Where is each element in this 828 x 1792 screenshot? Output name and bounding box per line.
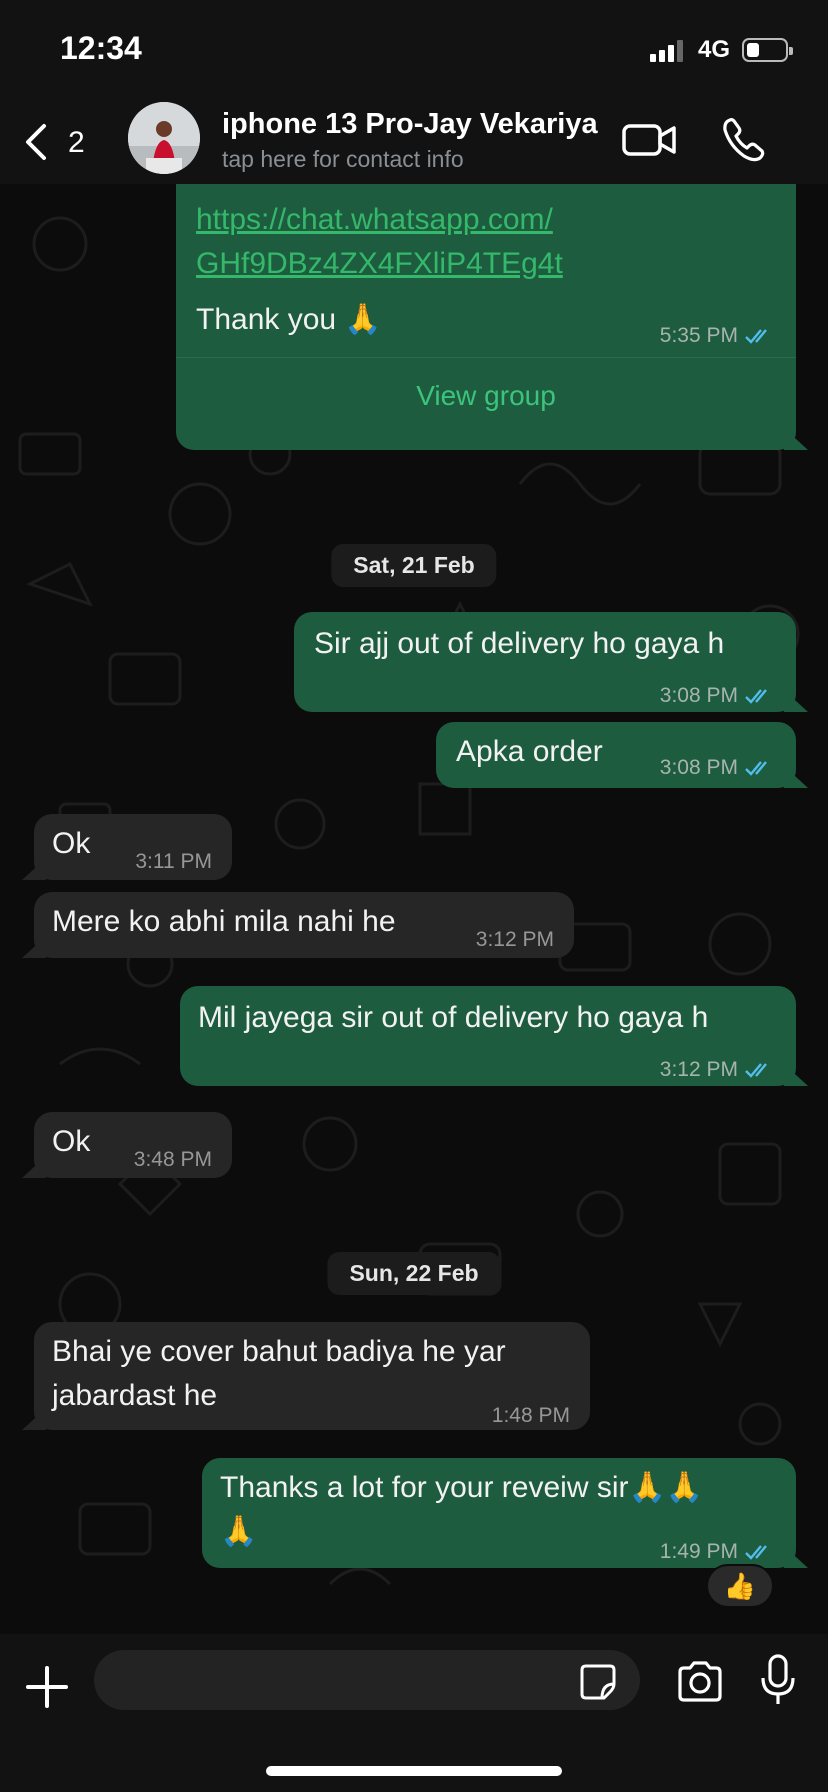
contact-info-hint[interactable]: tap here for contact info (222, 146, 464, 173)
message-time: 3:08 PM (659, 684, 738, 707)
message-time: 3:08 PM (659, 756, 738, 779)
divider (176, 357, 796, 358)
double-check-icon (745, 1063, 767, 1078)
double-check-icon (745, 329, 767, 344)
message-text: Mere ko abhi mila nahi he (52, 905, 396, 938)
unread-count: 2 (68, 126, 85, 159)
phone-call-icon[interactable] (720, 116, 768, 164)
message-text: Apka order (456, 735, 603, 768)
double-check-icon (745, 689, 767, 704)
message-meta: 5:35 PM (660, 314, 776, 358)
message-text-line: 🙏 (220, 1515, 258, 1548)
message-time: 3:12 PM (659, 1058, 738, 1081)
message-text: Thanks a lot for your reveiw sir🙏🙏 🙏 (220, 1466, 703, 1554)
reaction-badge[interactable]: 👍 (706, 1564, 774, 1608)
message-input[interactable] (94, 1650, 640, 1710)
message-time: 1:48 PM (491, 1404, 570, 1427)
contact-photo (128, 102, 200, 174)
message-time: 3:12 PM (475, 928, 554, 951)
message-bubble-incoming[interactable]: Mere ko abhi mila nahi he 3:12 PM (34, 892, 574, 958)
message-text: Bhai ye cover bahut badiya he yar jabard… (52, 1330, 506, 1418)
chat-header: 2 iphone 13 Pro-Jay Vekariya tap here fo… (0, 100, 828, 184)
message-text: Sir ajj out of delivery ho gaya h (314, 627, 725, 660)
video-call-icon[interactable] (622, 120, 678, 160)
message-meta: 3:11 PM (135, 840, 212, 884)
chat-area[interactable]: https://chat.whatsapp.com/ GHf9DBz4ZX4FX… (0, 184, 828, 1634)
message-bubble-outgoing[interactable]: Sir ajj out of delivery ho gaya h 3:08 P… (294, 612, 796, 712)
message-bubble-outgoing[interactable]: Apka order 3:08 PM (436, 722, 796, 788)
avatar[interactable] (128, 102, 200, 174)
message-link-line[interactable]: https://chat.whatsapp.com/ (196, 203, 553, 236)
battery-icon (742, 38, 793, 62)
message-time: 5:35 PM (659, 324, 738, 347)
message-meta: 1:48 PM (492, 1394, 570, 1438)
contact-name[interactable]: iphone 13 Pro-Jay Vekariya (222, 108, 598, 141)
double-check-icon (745, 761, 767, 776)
message-bubble-outgoing[interactable]: Mil jayega sir out of delivery ho gaya h… (180, 986, 796, 1086)
message-link[interactable]: https://chat.whatsapp.com/ GHf9DBz4ZX4FX… (196, 198, 563, 286)
message-link-line[interactable]: GHf9DBz4ZX4FXliP4TEg4t (196, 247, 563, 280)
message-meta: 3:48 PM (134, 1138, 212, 1182)
signal-icon (650, 40, 683, 62)
message-bubble-outgoing[interactable]: https://chat.whatsapp.com/ GHf9DBz4ZX4FX… (176, 184, 796, 450)
camera-icon[interactable] (676, 1660, 724, 1702)
status-time: 12:34 (60, 30, 142, 66)
sticker-icon[interactable] (578, 1662, 618, 1702)
date-separator: Sun, 22 Feb (327, 1252, 501, 1295)
plus-icon[interactable] (24, 1664, 70, 1710)
message-meta: 3:12 PM (476, 918, 554, 962)
back-button[interactable]: 2 (22, 118, 92, 162)
microphone-icon[interactable] (760, 1654, 796, 1706)
message-bubble-incoming[interactable]: Bhai ye cover bahut badiya he yar jabard… (34, 1322, 590, 1430)
message-meta: 3:12 PM (660, 1048, 776, 1092)
message-bubble-incoming[interactable]: Ok 3:11 PM (34, 814, 232, 880)
double-check-icon (745, 1545, 767, 1560)
status-bar: 12:34 4G (0, 0, 828, 100)
message-text-line: Bhai ye cover bahut badiya he yar (52, 1335, 506, 1368)
message-text: Thank you 🙏 (196, 303, 382, 336)
message-text-line: jabardast he (52, 1379, 218, 1412)
message-time: 3:11 PM (135, 850, 212, 873)
date-separator: Sat, 21 Feb (331, 544, 497, 587)
home-indicator (266, 1766, 562, 1776)
chevron-left-icon (26, 124, 46, 160)
message-time: 3:48 PM (133, 1148, 212, 1171)
composer-bar (0, 1634, 828, 1792)
message-bubble-incoming[interactable]: Ok 3:48 PM (34, 1112, 232, 1178)
message-meta: 3:08 PM (660, 746, 776, 790)
message-bubble-outgoing[interactable]: Thanks a lot for your reveiw sir🙏🙏 🙏 1:4… (202, 1458, 796, 1568)
message-meta: 3:08 PM (660, 674, 776, 718)
network-label: 4G (698, 36, 731, 63)
message-text: Ok (52, 1125, 91, 1158)
message-text: Mil jayega sir out of delivery ho gaya h (198, 1001, 709, 1034)
view-group-button[interactable]: View group (176, 374, 796, 418)
message-text: Ok (52, 827, 91, 860)
message-text-line: Thanks a lot for your reveiw sir🙏🙏 (220, 1471, 704, 1504)
